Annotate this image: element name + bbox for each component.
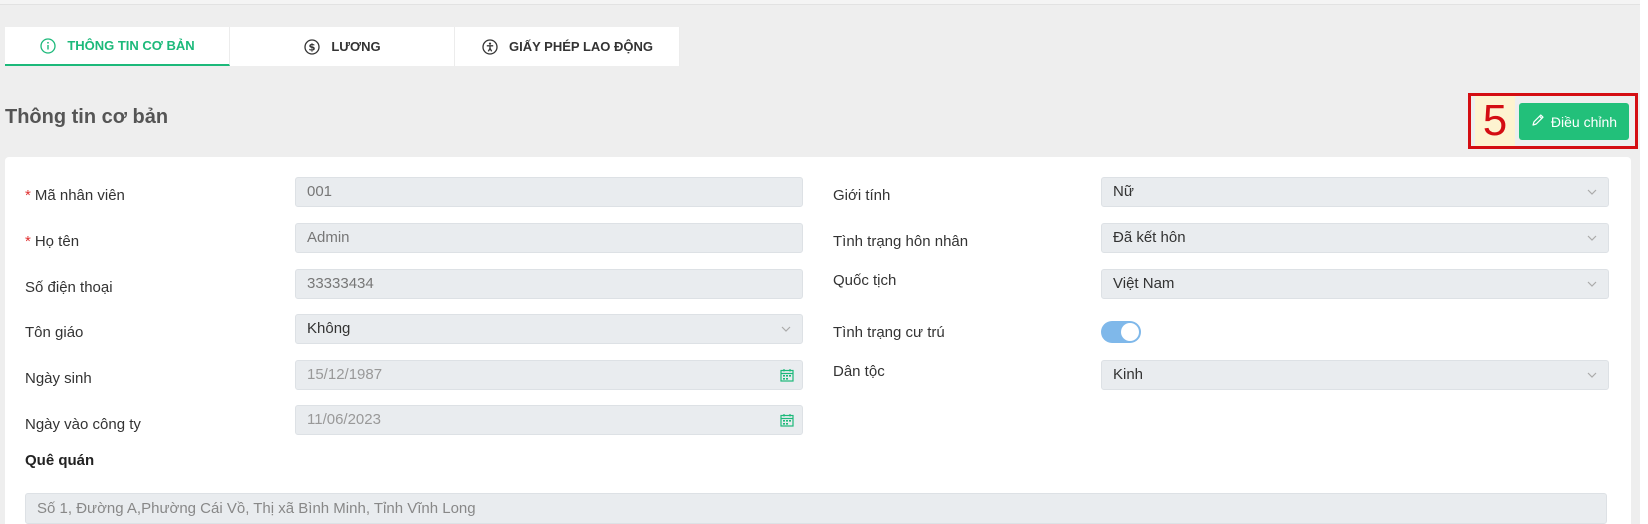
hometown-label: Quê quán xyxy=(25,452,95,469)
tab-work-permit-label: GIẤY PHÉP LAO ĐỘNG xyxy=(509,39,653,54)
phone-field[interactable]: 33333434 xyxy=(295,269,803,299)
employee-code-label: * Mã nhân viên xyxy=(25,187,125,204)
nationality-select-value: Việt Nam xyxy=(1113,275,1175,292)
ethnicity-select-value: Kinh xyxy=(1113,366,1144,383)
full-name-field[interactable]: Admin xyxy=(295,223,803,253)
gender-select[interactable]: Nữ xyxy=(1101,177,1609,207)
birth-date-picker[interactable]: 15/12/1987 xyxy=(295,360,803,390)
tab-work-permit[interactable]: GIẤY PHÉP LAO ĐỘNG xyxy=(455,27,680,66)
calendar-icon[interactable] xyxy=(780,413,794,427)
tab-bar: THÔNG TIN CƠ BẢN $ LƯƠNG GIẤY PHÉP LAO Đ… xyxy=(5,27,680,66)
gender-label: Giới tính xyxy=(833,187,891,204)
chevron-down-icon xyxy=(1587,372,1597,378)
accessibility-icon xyxy=(481,38,499,56)
tab-salary-label: LƯƠNG xyxy=(331,39,381,54)
edit-button-label: Điều chỉnh xyxy=(1550,113,1618,130)
religion-label: Tôn giáo xyxy=(25,324,84,341)
top-bar xyxy=(0,0,1640,5)
calendar-icon[interactable] xyxy=(780,368,794,382)
marital-status-select[interactable]: Đã kết hôn xyxy=(1101,223,1609,253)
religion-select[interactable]: Không xyxy=(295,314,803,344)
scrollbar-track[interactable] xyxy=(1640,0,1648,524)
employee-code-label-text: Mã nhân viên xyxy=(34,187,125,204)
birth-date-value: 15/12/1987 xyxy=(307,366,383,383)
nationality-select[interactable]: Việt Nam xyxy=(1101,269,1609,299)
residence-status-toggle[interactable] xyxy=(1101,321,1141,343)
ethnicity-select[interactable]: Kinh xyxy=(1101,360,1609,390)
step-marker: 5 xyxy=(1475,96,1515,146)
phone-label: Số điện thoại xyxy=(25,279,113,296)
employee-code-field[interactable]: 001 xyxy=(295,177,803,207)
join-date-value: 11/06/2023 xyxy=(307,411,381,428)
join-date-label: Ngày vào công ty xyxy=(25,416,141,433)
dollar-circle-icon: $ xyxy=(303,38,321,56)
chevron-down-icon xyxy=(1587,235,1597,241)
toggle-knob xyxy=(1121,323,1139,341)
ethnicity-label: Dân tộc xyxy=(833,363,885,380)
basic-info-card xyxy=(5,157,1631,524)
required-mark: * xyxy=(25,187,31,204)
residence-status-label: Tình trạng cư trú xyxy=(833,324,945,341)
chevron-down-icon xyxy=(1587,281,1597,287)
section-title: Thông tin cơ bản xyxy=(5,106,169,128)
pencil-icon xyxy=(1531,113,1545,130)
required-mark: * xyxy=(25,233,31,250)
chevron-down-icon xyxy=(1587,189,1597,195)
info-circle-icon xyxy=(39,37,57,55)
marital-status-select-value: Đã kết hôn xyxy=(1113,229,1186,246)
tab-basic-info-label: THÔNG TIN CƠ BẢN xyxy=(67,38,195,53)
full-name-label-text: Họ tên xyxy=(34,233,80,250)
edit-button[interactable]: Điều chỉnh xyxy=(1519,103,1629,140)
tab-salary[interactable]: $ LƯƠNG xyxy=(230,27,455,66)
chevron-down-icon xyxy=(781,326,791,332)
religion-select-value: Không xyxy=(307,320,351,337)
birth-date-label: Ngày sinh xyxy=(25,370,92,387)
gender-select-value: Nữ xyxy=(1113,183,1134,200)
hometown-field[interactable]: Số 1, Đường A,Phường Cái Vồ, Thị xã Bình… xyxy=(25,493,1607,524)
nationality-label: Quốc tịch xyxy=(833,272,897,289)
svg-text:$: $ xyxy=(309,42,316,53)
join-date-picker[interactable]: 11/06/2023 xyxy=(295,405,803,435)
tab-basic-info[interactable]: THÔNG TIN CƠ BẢN xyxy=(5,27,230,66)
marital-status-label: Tình trạng hôn nhân xyxy=(833,233,969,250)
full-name-label: * Họ tên xyxy=(25,233,79,250)
